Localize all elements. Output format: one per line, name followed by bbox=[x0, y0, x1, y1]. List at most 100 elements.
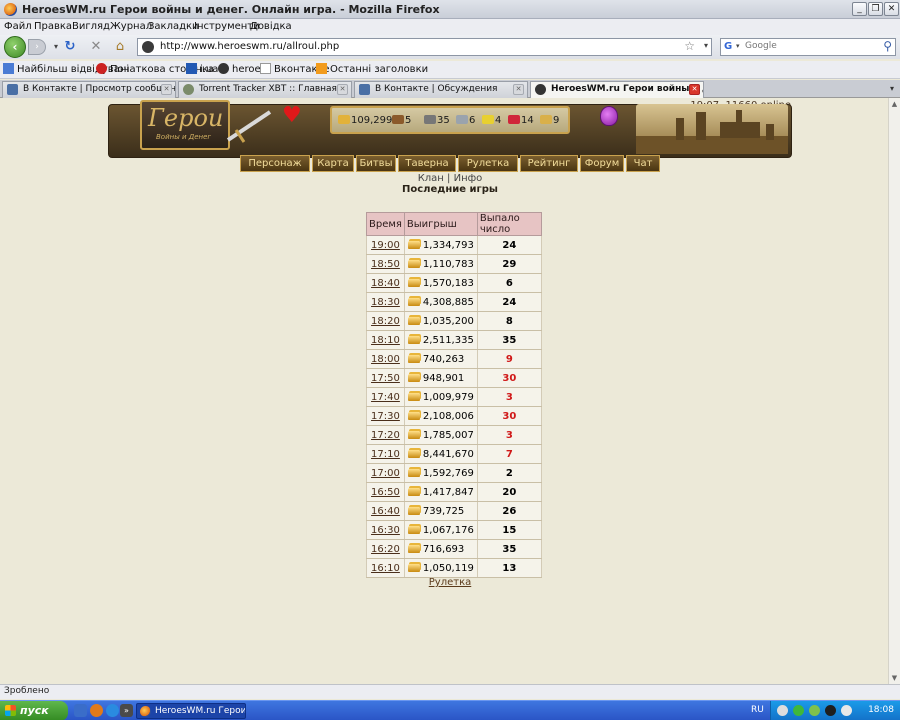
search-icon[interactable]: ⚲ bbox=[883, 39, 892, 53]
time-link[interactable]: 18:50 bbox=[371, 259, 400, 270]
time-link[interactable]: 17:10 bbox=[371, 449, 400, 460]
quicklaunch-ie-icon[interactable] bbox=[106, 704, 119, 717]
nav-tavern[interactable]: Таверна bbox=[398, 155, 456, 172]
nav-chat[interactable]: Чат bbox=[626, 155, 660, 172]
cell-win: 1,110,783 bbox=[403, 254, 478, 274]
back-button[interactable]: ‹ bbox=[4, 36, 26, 58]
reload-icon[interactable]: ↻ bbox=[62, 39, 78, 55]
bookmark-iua[interactable]: i.ua bbox=[186, 63, 218, 75]
menu-bookmarks[interactable]: Закладки bbox=[148, 21, 199, 32]
tab-close-icon[interactable]: ✕ bbox=[337, 84, 348, 95]
time-link[interactable]: 18:10 bbox=[371, 335, 400, 346]
scroll-down-icon[interactable]: ▼ bbox=[889, 672, 900, 684]
info-link[interactable]: Инфо bbox=[454, 173, 483, 184]
cell-time: 19:00 bbox=[366, 235, 405, 255]
table-row: 17:30 2,108,006 30 bbox=[366, 406, 542, 426]
search-engine-dropdown-icon[interactable]: ▾ bbox=[736, 42, 740, 50]
nav-character[interactable]: Персонаж bbox=[240, 155, 310, 172]
language-indicator[interactable]: RU bbox=[751, 705, 764, 715]
quicklaunch-firefox-icon[interactable] bbox=[90, 704, 103, 717]
time-link[interactable]: 16:20 bbox=[371, 544, 400, 555]
tab-torrent-tracker[interactable]: Torrent Tracker XBT :: Главная ✕ bbox=[178, 81, 352, 98]
gold-icon bbox=[407, 449, 420, 458]
menu-edit[interactable]: Правка bbox=[34, 21, 72, 32]
minimize-button[interactable]: _ bbox=[852, 2, 867, 16]
gold-icon bbox=[407, 316, 420, 325]
tab-heroes[interactable]: HeroesWM.ru Герои войны и ден... ✕ bbox=[530, 81, 704, 99]
nav-battles[interactable]: Битвы bbox=[356, 155, 396, 172]
tray-icq-icon[interactable] bbox=[793, 705, 804, 716]
start-button[interactable]: пуск bbox=[0, 701, 68, 720]
forward-button[interactable]: › bbox=[28, 39, 46, 55]
search-bar[interactable]: G ▾ ⚲ bbox=[720, 38, 896, 56]
game-logo[interactable]: Герои Войны и Денег bbox=[140, 100, 230, 150]
clan-link[interactable]: Клан bbox=[418, 173, 444, 184]
menu-view[interactable]: Вигляд bbox=[72, 21, 110, 32]
tab-close-icon[interactable]: ✕ bbox=[689, 84, 700, 95]
time-link[interactable]: 16:40 bbox=[371, 506, 400, 517]
time-link[interactable]: 17:30 bbox=[371, 411, 400, 422]
menu-help[interactable]: Довідка bbox=[250, 21, 292, 32]
restore-button[interactable]: ❐ bbox=[868, 2, 883, 16]
bookmark-star-icon[interactable]: ☆ bbox=[684, 39, 695, 53]
home-icon[interactable]: ⌂ bbox=[112, 39, 128, 55]
time-link[interactable]: 18:20 bbox=[371, 316, 400, 327]
google-icon[interactable]: G bbox=[724, 41, 736, 53]
page-content: 19:07, 11660 online Герои Войны и Денег … bbox=[0, 98, 888, 684]
taskbar-firefox-window[interactable]: HeroesWM.ru Герои ... bbox=[136, 703, 246, 719]
url-dropdown-icon[interactable]: ▾ bbox=[704, 41, 708, 50]
windows-logo-icon bbox=[5, 705, 16, 716]
nav-roulette[interactable]: Рулетка bbox=[458, 155, 518, 172]
tray-security-icon[interactable] bbox=[825, 705, 836, 716]
cell-time: 18:30 bbox=[366, 292, 405, 312]
time-link[interactable]: 16:30 bbox=[371, 525, 400, 536]
search-input[interactable] bbox=[745, 41, 875, 51]
win-amount: 1,592,769 bbox=[422, 467, 474, 479]
quicklaunch-more-icon[interactable]: » bbox=[120, 704, 133, 717]
cell-time: 18:50 bbox=[366, 254, 405, 274]
cell-time: 18:40 bbox=[366, 273, 405, 293]
table-row: 17:50 948,901 30 bbox=[366, 368, 542, 388]
vertical-scrollbar[interactable]: ▲ ▼ bbox=[888, 98, 900, 684]
bookmark-heroes[interactable]: heroes bbox=[218, 63, 266, 75]
menu-history[interactable]: Журнал bbox=[110, 21, 152, 32]
time-link[interactable]: 16:50 bbox=[371, 487, 400, 498]
time-link[interactable]: 17:50 bbox=[371, 373, 400, 384]
time-link[interactable]: 17:20 bbox=[371, 430, 400, 441]
time-link[interactable]: 18:30 bbox=[371, 297, 400, 308]
url-input[interactable] bbox=[160, 41, 580, 52]
tray-volume-icon[interactable] bbox=[841, 705, 852, 716]
scroll-up-icon[interactable]: ▲ bbox=[889, 98, 900, 110]
stop-icon[interactable]: ✕ bbox=[88, 39, 104, 55]
time-link[interactable]: 18:00 bbox=[371, 354, 400, 365]
nav-map[interactable]: Карта bbox=[312, 155, 354, 172]
tab-vk-discussions[interactable]: В Контакте | Обсуждения ✕ bbox=[354, 81, 528, 98]
cell-number: 3 bbox=[476, 387, 542, 407]
tab-list-dropdown-icon[interactable]: ▾ bbox=[886, 82, 898, 96]
time-link[interactable]: 17:00 bbox=[371, 468, 400, 479]
win-amount: 2,108,006 bbox=[422, 410, 474, 422]
time-link[interactable]: 17:40 bbox=[371, 392, 400, 403]
tray-app-icon[interactable] bbox=[809, 705, 820, 716]
table-row: 17:10 8,441,670 7 bbox=[366, 444, 542, 464]
roulette-link[interactable]: Рулетка bbox=[429, 577, 472, 588]
close-button[interactable]: ✕ bbox=[884, 2, 899, 16]
tab-bar: В Контакте | Просмотр сообщения ✕ Torren… bbox=[0, 80, 900, 99]
tab-close-icon[interactable]: ✕ bbox=[513, 84, 524, 95]
menu-file[interactable]: Файл bbox=[4, 21, 32, 32]
sulfur-icon bbox=[482, 115, 494, 124]
cell-win: 4,308,885 bbox=[403, 292, 478, 312]
url-bar[interactable]: ☆ ▾ bbox=[137, 38, 712, 56]
tab-close-icon[interactable]: ✕ bbox=[161, 84, 172, 95]
table-row: 16:50 1,417,847 20 bbox=[366, 482, 542, 502]
quicklaunch-desktop-icon[interactable] bbox=[74, 704, 87, 717]
cell-win: 1,417,847 bbox=[403, 482, 478, 502]
tray-network-icon[interactable] bbox=[777, 705, 788, 716]
nav-rating[interactable]: Рейтинг bbox=[520, 155, 578, 172]
bookmark-latest-headlines[interactable]: Останні заголовки bbox=[316, 63, 428, 75]
nav-forum[interactable]: Форум bbox=[580, 155, 624, 172]
time-link[interactable]: 18:40 bbox=[371, 278, 400, 289]
tab-vk-message[interactable]: В Контакте | Просмотр сообщения ✕ bbox=[2, 81, 176, 98]
time-link[interactable]: 19:00 bbox=[371, 240, 400, 251]
time-link[interactable]: 16:10 bbox=[371, 563, 400, 574]
